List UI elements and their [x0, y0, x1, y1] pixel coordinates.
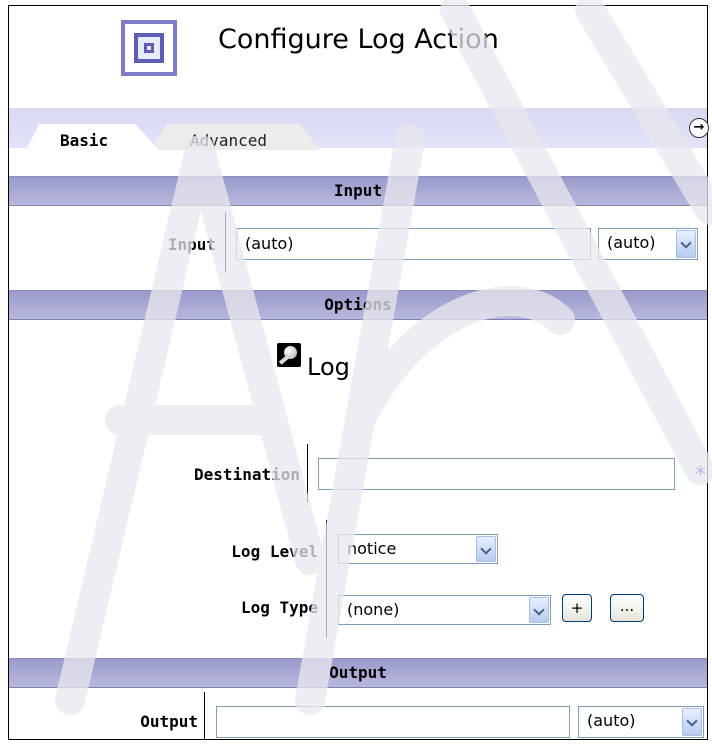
log-heading: Log	[307, 353, 350, 381]
arrow-right-icon[interactable]: →	[689, 118, 709, 138]
browse-log-type-button[interactable]: ...	[610, 594, 644, 622]
log-level-label: Log Level	[231, 542, 318, 561]
log-type-label: Log Type	[240, 598, 318, 617]
add-log-type-button[interactable]: +	[562, 594, 592, 622]
input-section-title: Input	[333, 181, 383, 200]
log-level-select[interactable]: notice	[338, 534, 498, 564]
output-divider	[204, 692, 205, 740]
page-title: Configure Log Action	[218, 24, 499, 55]
log-type-value: (none)	[347, 600, 400, 619]
chevron-down-icon[interactable]	[529, 597, 549, 623]
destination-divider	[307, 444, 308, 502]
magnifier-icon	[277, 343, 301, 367]
tab-basic-label[interactable]: Basic	[60, 131, 108, 150]
input-label: Input	[167, 235, 216, 254]
options-section-header: Options	[9, 290, 707, 320]
log-level-value: notice	[347, 539, 397, 558]
input-type-value: (auto)	[607, 233, 656, 252]
input-section-header: Input	[9, 176, 707, 206]
tab-advanced-label[interactable]: Advanced	[190, 131, 267, 150]
log-type-select[interactable]: (none)	[338, 595, 551, 625]
chevron-down-icon[interactable]	[476, 536, 496, 562]
input-field[interactable]: (auto)	[236, 228, 591, 260]
output-section-header: Output	[9, 658, 707, 688]
output-type-select[interactable]: (auto)	[578, 706, 704, 738]
output-field[interactable]	[216, 706, 570, 738]
log-options-divider	[326, 520, 327, 638]
chevron-down-icon[interactable]	[676, 230, 696, 258]
configure-action-icon	[121, 20, 177, 76]
output-type-value: (auto)	[587, 711, 636, 730]
chevron-down-icon[interactable]	[682, 708, 702, 736]
destination-field[interactable]	[318, 458, 675, 490]
destination-label: Destination	[194, 465, 300, 484]
output-label: Output	[140, 712, 198, 731]
input-divider	[225, 212, 226, 272]
output-section-title: Output	[329, 663, 387, 682]
input-type-select[interactable]: (auto)	[598, 228, 698, 260]
options-section-title: Options	[324, 295, 392, 314]
required-marker: *	[695, 463, 706, 488]
